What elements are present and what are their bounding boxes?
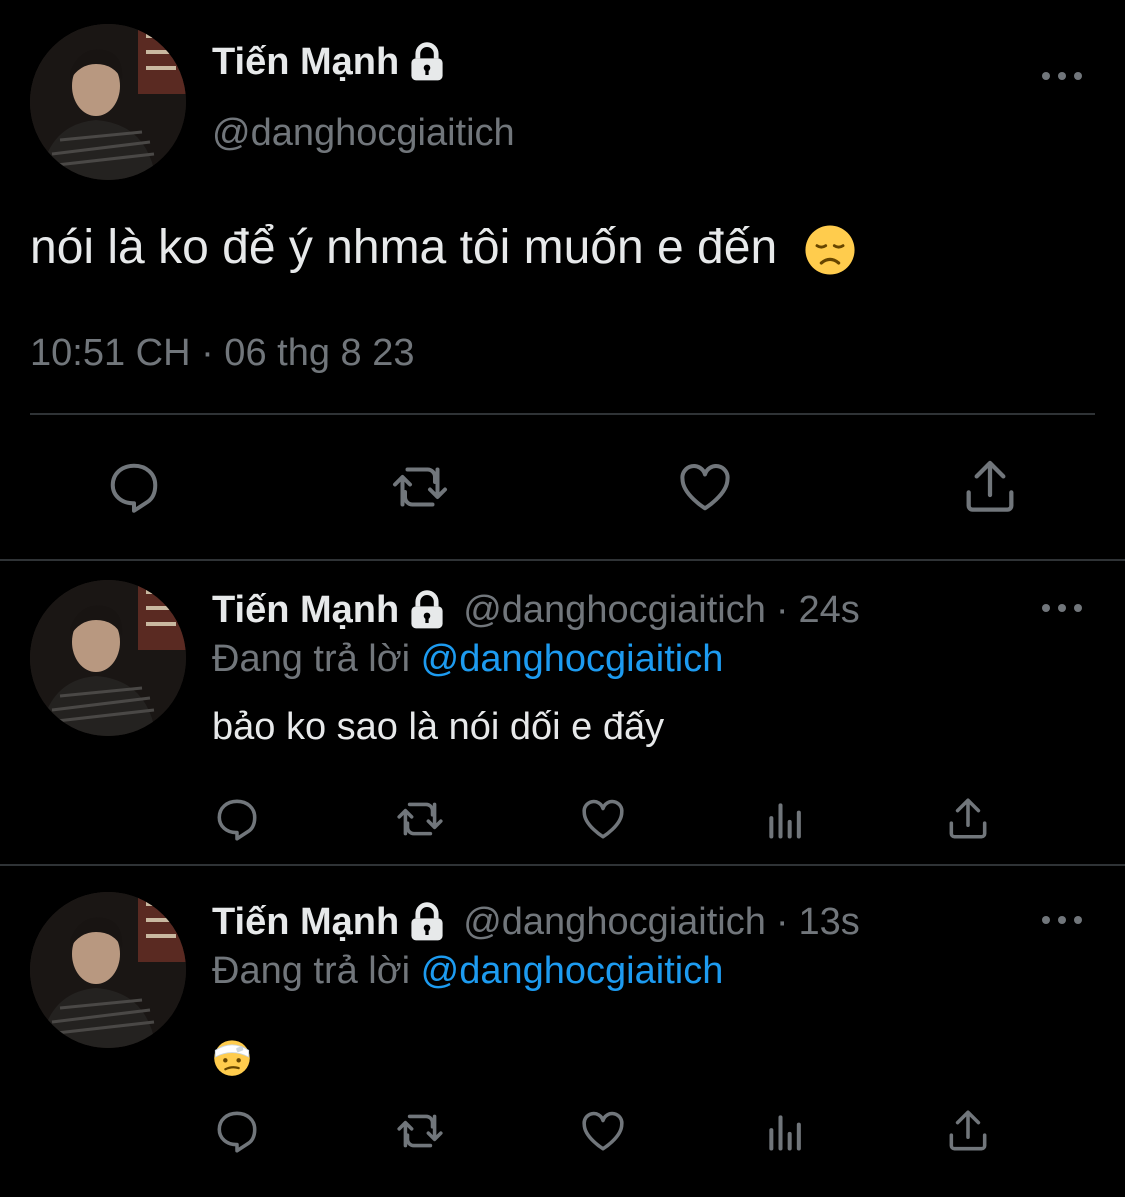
like-icon[interactable] — [674, 457, 736, 517]
author-handle[interactable]: @danghocgiaitich — [463, 901, 766, 944]
tweet-timestamp[interactable]: 10:51 CH · 06 thg 8 23 — [30, 332, 414, 375]
main-tweet[interactable]: Tiến Mạnh @danghocgiaitich nói là ko để … — [0, 0, 1125, 560]
tweet-thread: Tiến Mạnh @danghocgiaitich nói là ko để … — [0, 0, 1125, 1197]
share-icon[interactable] — [942, 1106, 994, 1156]
dot-separator: · — [775, 900, 789, 943]
replying-to-mention[interactable]: @danghocgiaitich — [421, 638, 724, 680]
avatar[interactable] — [30, 24, 186, 180]
replying-to: Đang trả lời @danghocgiaitich — [212, 638, 723, 681]
replying-to-label: Đang trả lời — [212, 638, 411, 680]
author-name-row: Tiến Mạnh @danghocgiaitich · 13s — [212, 900, 860, 944]
author-handle[interactable]: @danghocgiaitich — [463, 589, 766, 632]
more-options-icon[interactable] — [1042, 602, 1082, 614]
views-icon[interactable] — [764, 796, 808, 844]
display-name[interactable]: Tiến Mạnh — [212, 41, 399, 84]
like-icon[interactable] — [576, 1106, 630, 1156]
share-icon[interactable] — [958, 455, 1022, 519]
lock-icon — [411, 42, 443, 81]
tweet-actions — [0, 455, 1125, 525]
disappointed-face-emoji-icon — [805, 225, 856, 275]
reply-actions — [0, 1106, 1125, 1162]
retweet-icon[interactable] — [392, 1106, 448, 1156]
reply-text — [212, 1034, 252, 1077]
reply-icon[interactable] — [212, 794, 262, 844]
author-handle[interactable]: @danghocgiaitich — [212, 112, 515, 155]
share-icon[interactable] — [942, 794, 994, 844]
reply-icon[interactable] — [212, 1106, 262, 1156]
divider — [0, 559, 1125, 561]
face-with-head-bandage-emoji-icon — [214, 1040, 250, 1076]
reply-actions — [0, 794, 1125, 850]
replying-to: Đang trả lời @danghocgiaitich — [212, 950, 723, 993]
author-name-row: Tiến Mạnh @danghocgiaitich · 24s — [212, 588, 860, 632]
reply-tweet[interactable]: Tiến Mạnh @danghocgiaitich · 13s Đang tr… — [0, 878, 1125, 1178]
separator — [30, 413, 1095, 415]
dot-separator: · — [775, 588, 789, 631]
retweet-icon[interactable] — [388, 457, 452, 517]
lock-icon — [411, 590, 443, 629]
like-icon[interactable] — [576, 794, 630, 844]
divider — [0, 864, 1125, 866]
time-ago[interactable]: 13s — [799, 901, 860, 944]
retweet-icon[interactable] — [392, 794, 448, 844]
reply-text: bảo ko sao là nói dối e đấy — [212, 706, 665, 748]
reply-icon[interactable] — [104, 457, 164, 517]
replying-to-label: Đang trả lời — [212, 950, 411, 992]
lock-icon — [411, 902, 443, 941]
display-name[interactable]: Tiến Mạnh — [212, 589, 399, 632]
tweet-text-content: nói là ko để ý nhma tôi muốn e đến — [30, 221, 778, 274]
tweet-text: nói là ko để ý nhma tôi muốn e đến — [30, 220, 856, 276]
more-options-icon[interactable] — [1042, 914, 1082, 926]
avatar[interactable] — [30, 892, 186, 1048]
author-name-row: Tiến Mạnh — [212, 40, 449, 84]
more-options-icon[interactable] — [1042, 70, 1082, 82]
time-ago[interactable]: 24s — [799, 589, 860, 632]
avatar[interactable] — [30, 580, 186, 736]
views-icon[interactable] — [764, 1108, 808, 1156]
reply-tweet[interactable]: Tiến Mạnh @danghocgiaitich · 24s Đang tr… — [0, 566, 1125, 864]
display-name[interactable]: Tiến Mạnh — [212, 901, 399, 944]
replying-to-mention[interactable]: @danghocgiaitich — [421, 950, 724, 992]
